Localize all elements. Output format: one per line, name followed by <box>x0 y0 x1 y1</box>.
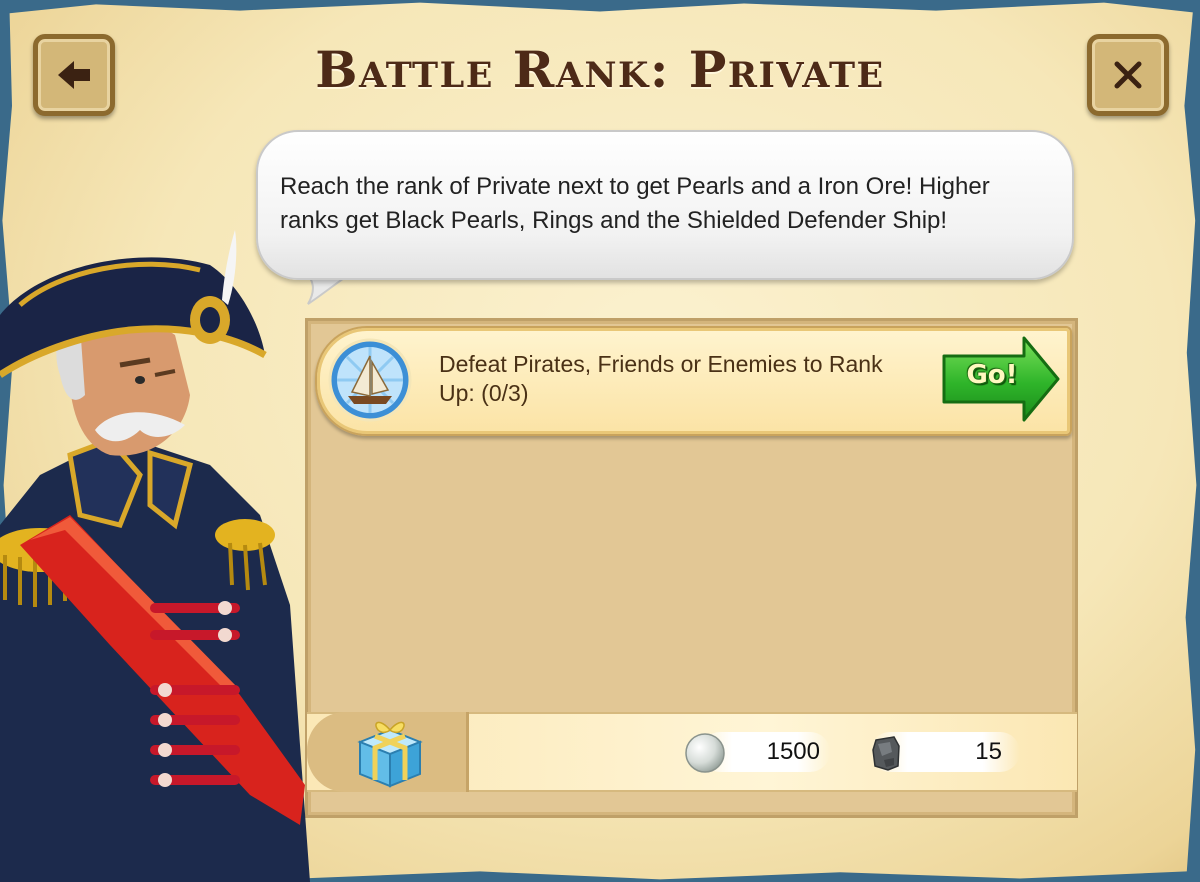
close-icon <box>1114 61 1142 89</box>
page-title: Battle Rank: Private <box>315 40 885 99</box>
iron-ore-icon <box>872 736 900 771</box>
back-button[interactable] <box>33 34 115 116</box>
back-arrow-icon <box>58 61 90 89</box>
speech-bubble: Reach the rank of Private next to get Pe… <box>256 130 1074 280</box>
pearl-icon <box>685 733 725 773</box>
iron-ore-reward-value: 15 <box>975 738 1002 765</box>
gift-icon <box>357 721 423 788</box>
speech-text: Reach the rank of Private next to get Pe… <box>280 173 990 234</box>
captain-character-portrait <box>0 230 310 882</box>
pearl-reward-value: 1500 <box>766 738 820 765</box>
go-button[interactable] <box>940 336 1060 422</box>
ship-icon <box>328 338 412 422</box>
close-button[interactable] <box>1087 34 1169 116</box>
task-description: Defeat Pirates, Friends or Enemies to Ra… <box>439 351 883 406</box>
